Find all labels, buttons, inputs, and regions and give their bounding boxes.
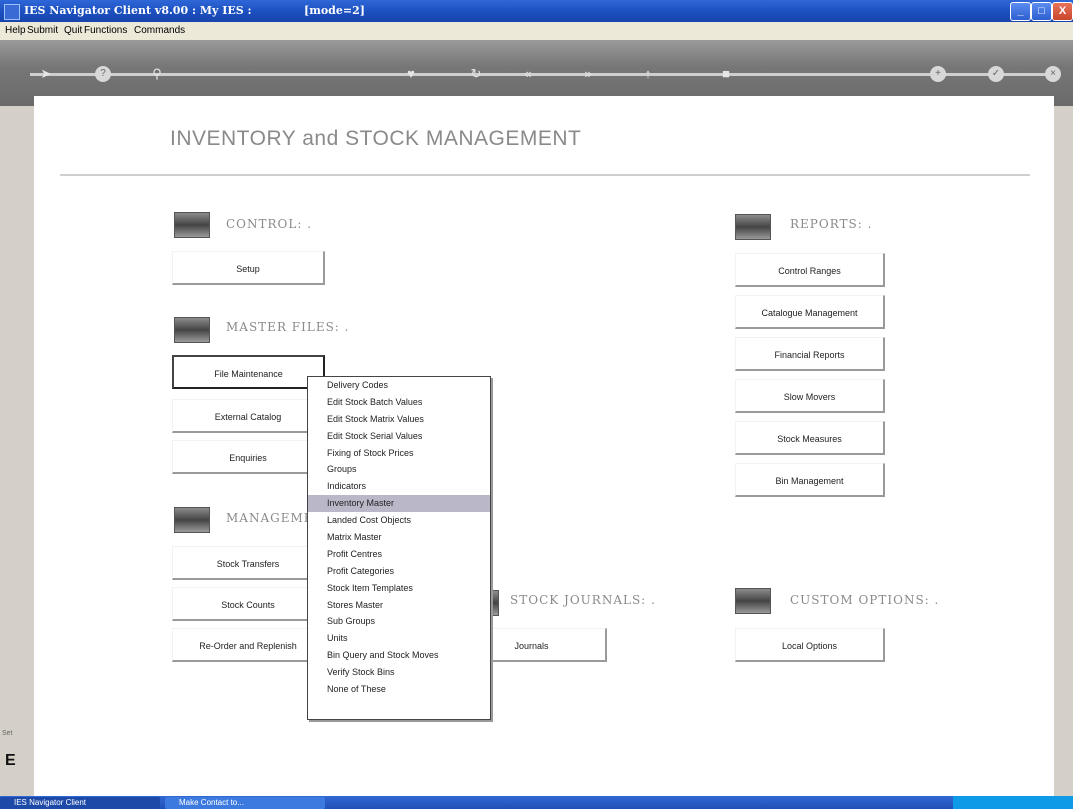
file-maintenance-button[interactable]: File Maintenance xyxy=(172,355,325,389)
taskbar-item-ies-navigator[interactable]: IES Navigator Client xyxy=(0,797,160,809)
menu-item-bin-query-and-stock-moves[interactable]: Bin Query and Stock Moves xyxy=(308,647,490,664)
title-divider xyxy=(60,174,1030,176)
menu-submit[interactable]: Submit xyxy=(27,25,58,36)
menu-item-profit-categories[interactable]: Profit Categories xyxy=(308,563,490,580)
stock-counts-button[interactable]: Stock Counts xyxy=(172,587,325,621)
file-maintenance-popup-menu: Delivery Codes Edit Stock Batch Values E… xyxy=(307,376,491,720)
management-section-icon xyxy=(174,507,210,533)
menu-item-stores-master[interactable]: Stores Master xyxy=(308,597,490,614)
check-icon[interactable]: ✓ xyxy=(988,66,1004,82)
window-mode: [mode=2] xyxy=(304,4,365,17)
menu-item-groups[interactable]: Groups xyxy=(308,461,490,478)
control-section-icon xyxy=(174,212,210,238)
window-titlebar: IES Navigator Client v8.00 : My IES : [m… xyxy=(0,0,1073,22)
left-stub-area xyxy=(0,720,34,780)
close-icon[interactable]: × xyxy=(1045,66,1061,82)
menu-item-edit-stock-batch-values[interactable]: Edit Stock Batch Values xyxy=(308,394,490,411)
reorder-button[interactable]: Re-Order and Replenish xyxy=(172,628,325,662)
catalogue-management-button[interactable]: Catalogue Management xyxy=(735,295,885,329)
custom-options-section-icon xyxy=(735,588,771,614)
menu-item-verify-stock-bins[interactable]: Verify Stock Bins xyxy=(308,664,490,681)
menu-item-indicators[interactable]: Indicators xyxy=(308,478,490,495)
search-icon[interactable]: ⚲ xyxy=(148,66,166,82)
menu-item-landed-cost-objects[interactable]: Landed Cost Objects xyxy=(308,512,490,529)
menu-item-edit-stock-matrix-values[interactable]: Edit Stock Matrix Values xyxy=(308,411,490,428)
menu-item-stock-item-templates[interactable]: Stock Item Templates xyxy=(308,580,490,597)
stock-measures-button[interactable]: Stock Measures xyxy=(735,421,885,455)
menu-functions[interactable]: Functions xyxy=(84,25,127,36)
stock-transfers-button[interactable]: Stock Transfers xyxy=(172,546,325,580)
left-stub-small-text: Set xyxy=(2,730,13,737)
menu-item-units[interactable]: Units xyxy=(308,630,490,647)
app-icon xyxy=(4,4,20,20)
stock-journals-section-label: STOCK JOURNALS: . xyxy=(510,593,656,607)
enquiries-button[interactable]: Enquiries xyxy=(172,440,325,474)
menu-item-none-of-these[interactable]: None of These xyxy=(308,681,490,698)
control-section-label: CONTROL: . xyxy=(226,217,313,231)
bin-management-button[interactable]: Bin Management xyxy=(735,463,885,497)
control-ranges-button[interactable]: Control Ranges xyxy=(735,253,885,287)
menu-item-fixing-of-stock-prices[interactable]: Fixing of Stock Prices xyxy=(308,445,490,462)
menu-quit[interactable]: Quit xyxy=(64,25,82,36)
refresh-icon[interactable]: ↻ xyxy=(467,66,485,82)
slow-movers-button[interactable]: Slow Movers xyxy=(735,379,885,413)
master-files-section-label: MASTER FILES: . xyxy=(226,320,350,334)
financial-reports-button[interactable]: Financial Reports xyxy=(735,337,885,371)
menu-item-edit-stock-serial-values[interactable]: Edit Stock Serial Values xyxy=(308,428,490,445)
management-section-label: MANAGEME xyxy=(226,511,314,525)
menu-item-sub-groups[interactable]: Sub Groups xyxy=(308,613,490,630)
setup-button[interactable]: Setup xyxy=(172,251,325,285)
menu-item-profit-centres[interactable]: Profit Centres xyxy=(308,546,490,563)
up-icon[interactable]: ↑ xyxy=(639,66,657,82)
stop-icon[interactable]: ■ xyxy=(717,66,735,82)
local-options-button[interactable]: Local Options xyxy=(735,628,885,662)
plus-icon[interactable]: + xyxy=(930,66,946,82)
back-icon[interactable]: « xyxy=(519,66,537,82)
left-stub-letter: E xyxy=(5,752,16,769)
menubar: Help Submit Quit Functions Commands xyxy=(0,22,1073,40)
menu-item-inventory-master[interactable]: Inventory Master xyxy=(308,495,490,513)
menu-item-matrix-master[interactable]: Matrix Master xyxy=(308,529,490,546)
forward-icon[interactable]: » xyxy=(579,66,597,82)
reports-section-icon xyxy=(735,214,771,240)
heart-icon[interactable]: ♥ xyxy=(402,66,420,82)
master-files-section-icon xyxy=(174,317,210,343)
menu-commands[interactable]: Commands xyxy=(134,25,185,36)
maximize-button[interactable]: □ xyxy=(1031,2,1052,21)
menu-item-delivery-codes[interactable]: Delivery Codes xyxy=(308,377,490,394)
page-title: INVENTORY and STOCK MANAGEMENT xyxy=(170,127,582,150)
help-icon[interactable]: ? xyxy=(95,66,111,82)
window-title: IES Navigator Client v8.00 : My IES : xyxy=(24,4,252,17)
system-tray xyxy=(953,796,1073,809)
taskbar-item-make-contact[interactable]: Make Contact to... xyxy=(165,797,325,809)
custom-options-section-label: CUSTOM OPTIONS: . xyxy=(790,593,940,607)
minimize-button[interactable]: _ xyxy=(1010,2,1031,21)
toolbar-rail xyxy=(30,73,1050,76)
reports-section-label: REPORTS: . xyxy=(790,217,873,231)
arrow-icon[interactable]: ➤ xyxy=(37,66,55,82)
external-catalog-button[interactable]: External Catalog xyxy=(172,399,325,433)
windows-taskbar: IES Navigator Client Make Contact to... xyxy=(0,796,1073,809)
menu-help[interactable]: Help xyxy=(5,25,26,36)
close-window-button[interactable]: X xyxy=(1052,2,1073,21)
